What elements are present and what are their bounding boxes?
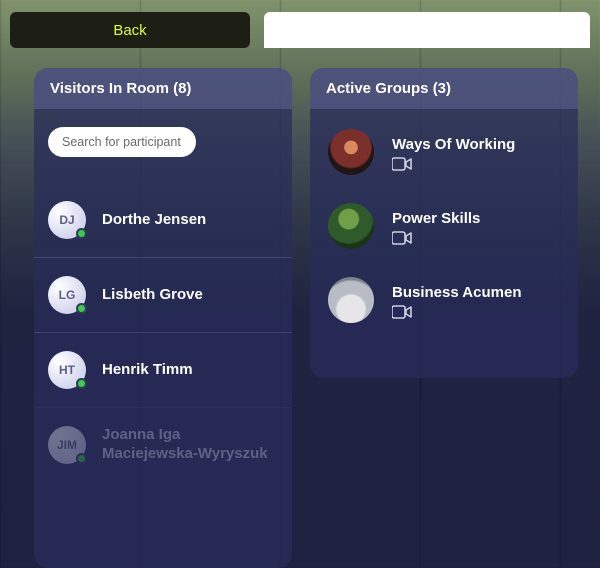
group-thumbnail (328, 277, 374, 323)
group-thumbnail (328, 129, 374, 175)
visitor-row[interactable]: HT Henrik Timm (34, 332, 292, 407)
presence-online-icon (76, 303, 87, 314)
visitor-row[interactable]: DJ Dorthe Jensen (34, 183, 292, 257)
back-button[interactable]: Back (10, 12, 250, 48)
group-info: Ways Of Working (392, 136, 515, 169)
group-row[interactable]: Power Skills (310, 189, 578, 263)
avatar: JIM (48, 426, 86, 464)
top-bar: Back (0, 0, 600, 54)
search-input[interactable] (48, 127, 196, 157)
group-title-label: Business Acumen (392, 284, 522, 301)
avatar: LG (48, 276, 86, 314)
group-info: Power Skills (392, 210, 480, 243)
panels-container: Visitors In Room (8) DJ Dorthe Jensen LG Li… (0, 54, 600, 568)
avatar: HT (48, 351, 86, 389)
group-row[interactable]: Ways Of Working (310, 115, 578, 189)
search-wrap (34, 109, 292, 183)
group-thumbnail (328, 203, 374, 249)
visitor-name-label: Joanna Iga Maciejewska-Wyryszuk (102, 426, 278, 464)
group-info: Business Acumen (392, 284, 522, 317)
visitor-row[interactable]: LG Lisbeth Grove (34, 257, 292, 332)
group-list: Ways Of Working Power Skills Business Acum… (310, 109, 578, 343)
video-icon (392, 305, 410, 317)
visitor-name-label: Dorthe Jensen (102, 211, 206, 230)
visitor-name-label: Lisbeth Grove (102, 286, 203, 305)
avatar: DJ (48, 201, 86, 239)
visitors-panel-header: Visitors In Room (8) (34, 68, 292, 109)
video-icon (392, 157, 410, 169)
visitor-row[interactable]: JIM Joanna Iga Maciejewska-Wyryszuk (34, 407, 292, 482)
groups-panel-header: Active Groups (3) (310, 68, 578, 109)
visitor-list: DJ Dorthe Jensen LG Lisbeth Grove HT Henrik T… (34, 183, 292, 482)
presence-online-icon (76, 453, 87, 464)
group-title-label: Ways Of Working (392, 136, 515, 153)
presence-online-icon (76, 228, 87, 239)
group-row[interactable]: Business Acumen (310, 263, 578, 337)
visitor-name-label: Henrik Timm (102, 361, 193, 380)
video-icon (392, 231, 410, 243)
presence-online-icon (76, 378, 87, 389)
group-title-label: Power Skills (392, 210, 480, 227)
topbar-input-area[interactable] (264, 12, 590, 48)
groups-panel: Active Groups (3) Ways Of Working Power S… (310, 68, 578, 378)
visitors-panel: Visitors In Room (8) DJ Dorthe Jensen LG Li… (34, 68, 292, 568)
